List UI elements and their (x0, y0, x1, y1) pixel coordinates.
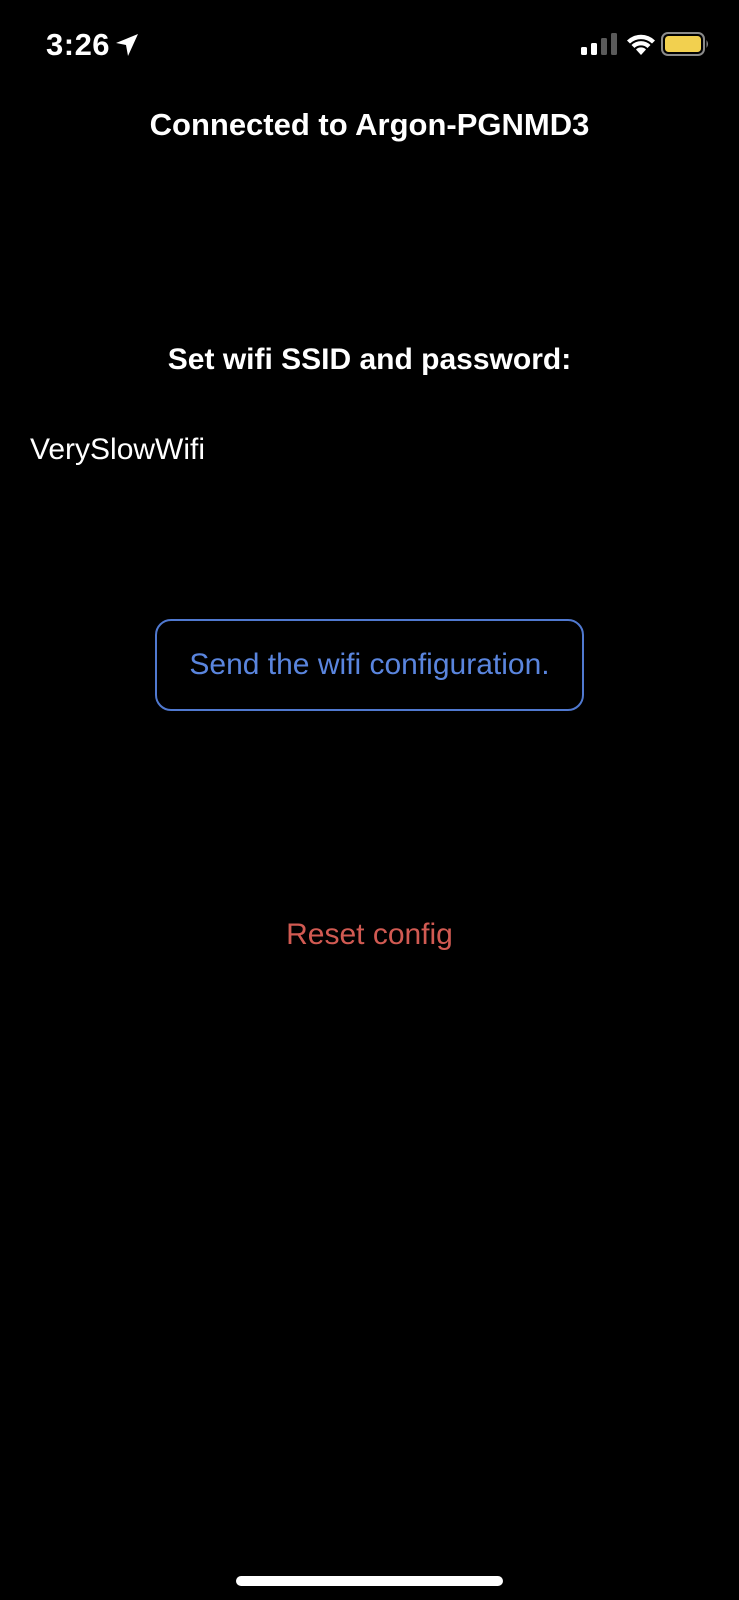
cellular-signal-icon (581, 33, 617, 55)
connection-title: Connected to Argon-PGNMD3 (149, 107, 590, 142)
wifi-icon (627, 34, 655, 55)
status-bar: 3:26 (0, 0, 739, 90)
home-indicator[interactable] (236, 1576, 503, 1586)
ssid-input[interactable] (30, 428, 710, 472)
wifi-config-label: Set wifi SSID and password: (167, 343, 572, 376)
password-input[interactable] (30, 495, 710, 539)
send-wifi-config-button[interactable]: Send the wifi configuration. (155, 619, 584, 711)
location-arrow-icon (116, 34, 138, 56)
battery-icon (661, 32, 708, 56)
status-time: 3:26 (46, 27, 111, 62)
reset-config-button[interactable]: Reset config (0, 915, 739, 955)
